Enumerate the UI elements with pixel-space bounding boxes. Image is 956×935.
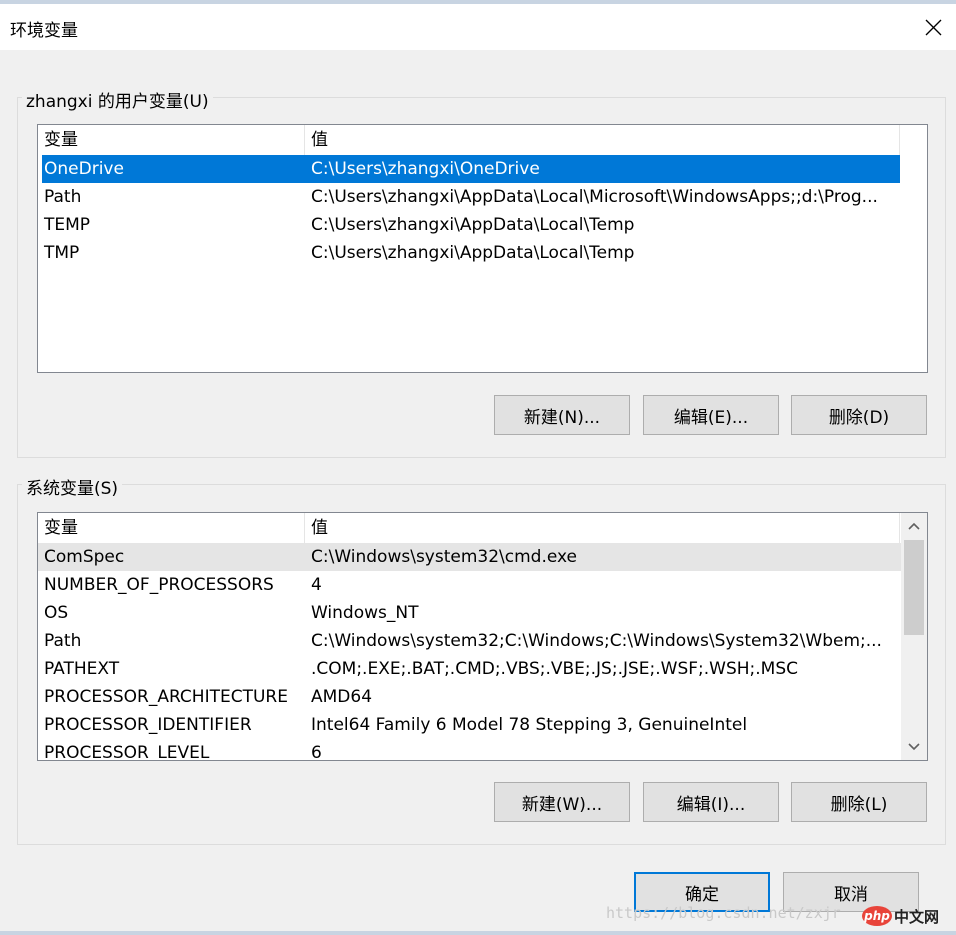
- system-delete-button[interactable]: 删除(L): [791, 782, 927, 822]
- row-variable-value: C:\Users\zhangxi\AppData\Local\Temp: [311, 215, 635, 235]
- row-variable-value: 6: [311, 743, 322, 761]
- system-variables-label: 系统变量(S): [22, 474, 123, 499]
- php-logo-badge: php: [862, 906, 892, 926]
- close-button[interactable]: [910, 4, 956, 50]
- table-row[interactable]: PROCESSOR_IDENTIFIER Intel64 Family 6 Mo…: [38, 711, 901, 739]
- system-list-rows: ComSpec C:\Windows\system32\cmd.exe NUMB…: [38, 543, 901, 761]
- system-new-button[interactable]: 新建(W)...: [494, 782, 630, 822]
- window-title: 环境变量: [10, 21, 78, 41]
- row-variable-name: PROCESSOR_ARCHITECTURE: [44, 687, 288, 707]
- close-icon: [925, 19, 941, 35]
- user-list-rows: OneDrive C:\Users\zhangxi\OneDrive Path …: [38, 155, 900, 267]
- title-bar: 环境变量: [0, 4, 956, 50]
- watermark-url: https://blog.csdn.net/zxjr: [606, 904, 841, 922]
- table-row[interactable]: OS Windows_NT: [38, 599, 901, 627]
- scroll-up-button[interactable]: [901, 513, 927, 539]
- row-variable-name: OneDrive: [44, 159, 124, 179]
- row-variable-value: C:\Windows\system32;C:\Windows;C:\Window…: [311, 631, 882, 651]
- php-logo-text: 中文网: [894, 907, 940, 926]
- user-variables-label: zhangxi 的用户变量(U): [22, 87, 213, 112]
- row-variable-value: Windows_NT: [311, 603, 419, 623]
- row-variable-name: OS: [44, 603, 69, 623]
- system-edit-button[interactable]: 编辑(I)...: [643, 782, 779, 822]
- system-list-header: 变量 值: [38, 513, 900, 543]
- bottom-edge: [0, 931, 956, 935]
- row-variable-name: PATHEXT: [44, 659, 120, 679]
- chevron-up-icon: [908, 522, 920, 530]
- row-variable-value: C:\Windows\system32\cmd.exe: [311, 547, 578, 567]
- vertical-scrollbar[interactable]: [901, 513, 927, 760]
- user-new-button[interactable]: 新建(N)...: [494, 395, 630, 435]
- row-variable-value: AMD64: [311, 687, 373, 707]
- php-logo: php 中文网: [862, 903, 950, 929]
- user-delete-button[interactable]: 删除(D): [791, 395, 927, 435]
- row-variable-name: PROCESSOR_LEVEL: [44, 743, 210, 761]
- table-row[interactable]: TMP C:\Users\zhangxi\AppData\Local\Temp: [42, 239, 900, 267]
- table-row[interactable]: TEMP C:\Users\zhangxi\AppData\Local\Temp: [42, 211, 900, 239]
- table-row[interactable]: OneDrive C:\Users\zhangxi\OneDrive: [42, 155, 900, 183]
- table-row[interactable]: Path C:\Users\zhangxi\AppData\Local\Micr…: [42, 183, 900, 211]
- row-variable-name: PROCESSOR_IDENTIFIER: [44, 715, 252, 735]
- row-variable-value: C:\Users\zhangxi\AppData\Local\Microsoft…: [311, 187, 878, 207]
- user-variables-list[interactable]: 变量 值 OneDrive C:\Users\zhangxi\OneDrive …: [37, 124, 928, 373]
- row-variable-name: TEMP: [44, 215, 91, 235]
- row-variable-value: C:\Users\zhangxi\OneDrive: [311, 159, 540, 179]
- row-variable-name: NUMBER_OF_PROCESSORS: [44, 575, 274, 595]
- row-variable-name: TMP: [44, 243, 80, 263]
- column-header-value[interactable]: 值: [305, 513, 900, 543]
- table-row[interactable]: NUMBER_OF_PROCESSORS 4: [38, 571, 901, 599]
- row-variable-value: Intel64 Family 6 Model 78 Stepping 3, Ge…: [311, 715, 748, 735]
- row-variable-value: .COM;.EXE;.BAT;.CMD;.VBS;.VBE;.JS;.JSE;.…: [311, 659, 799, 679]
- table-row[interactable]: PROCESSOR_ARCHITECTURE AMD64: [38, 683, 901, 711]
- table-row[interactable]: PATHEXT .COM;.EXE;.BAT;.CMD;.VBS;.VBE;.J…: [38, 655, 901, 683]
- row-variable-name: Path: [44, 631, 82, 651]
- table-row[interactable]: PROCESSOR_LEVEL 6: [38, 739, 901, 761]
- row-variable-name: Path: [44, 187, 82, 207]
- system-variables-list[interactable]: 变量 值 ComSpec C:\Windows\system32\cmd.exe…: [37, 512, 928, 761]
- table-row[interactable]: ComSpec C:\Windows\system32\cmd.exe: [38, 543, 901, 571]
- column-header-variable[interactable]: 变量: [38, 513, 305, 543]
- table-row[interactable]: Path C:\Windows\system32;C:\Windows;C:\W…: [38, 627, 901, 655]
- column-header-value[interactable]: 值: [305, 125, 900, 155]
- user-edit-button[interactable]: 编辑(E)...: [643, 395, 779, 435]
- scroll-thumb[interactable]: [904, 540, 924, 635]
- user-list-header: 变量 值: [38, 125, 900, 155]
- column-header-variable[interactable]: 变量: [38, 125, 305, 155]
- chevron-down-icon: [908, 743, 920, 751]
- row-variable-value: C:\Users\zhangxi\AppData\Local\Temp: [311, 243, 635, 263]
- row-variable-name: ComSpec: [44, 547, 125, 567]
- scroll-down-button[interactable]: [901, 734, 927, 760]
- row-variable-value: 4: [311, 575, 322, 595]
